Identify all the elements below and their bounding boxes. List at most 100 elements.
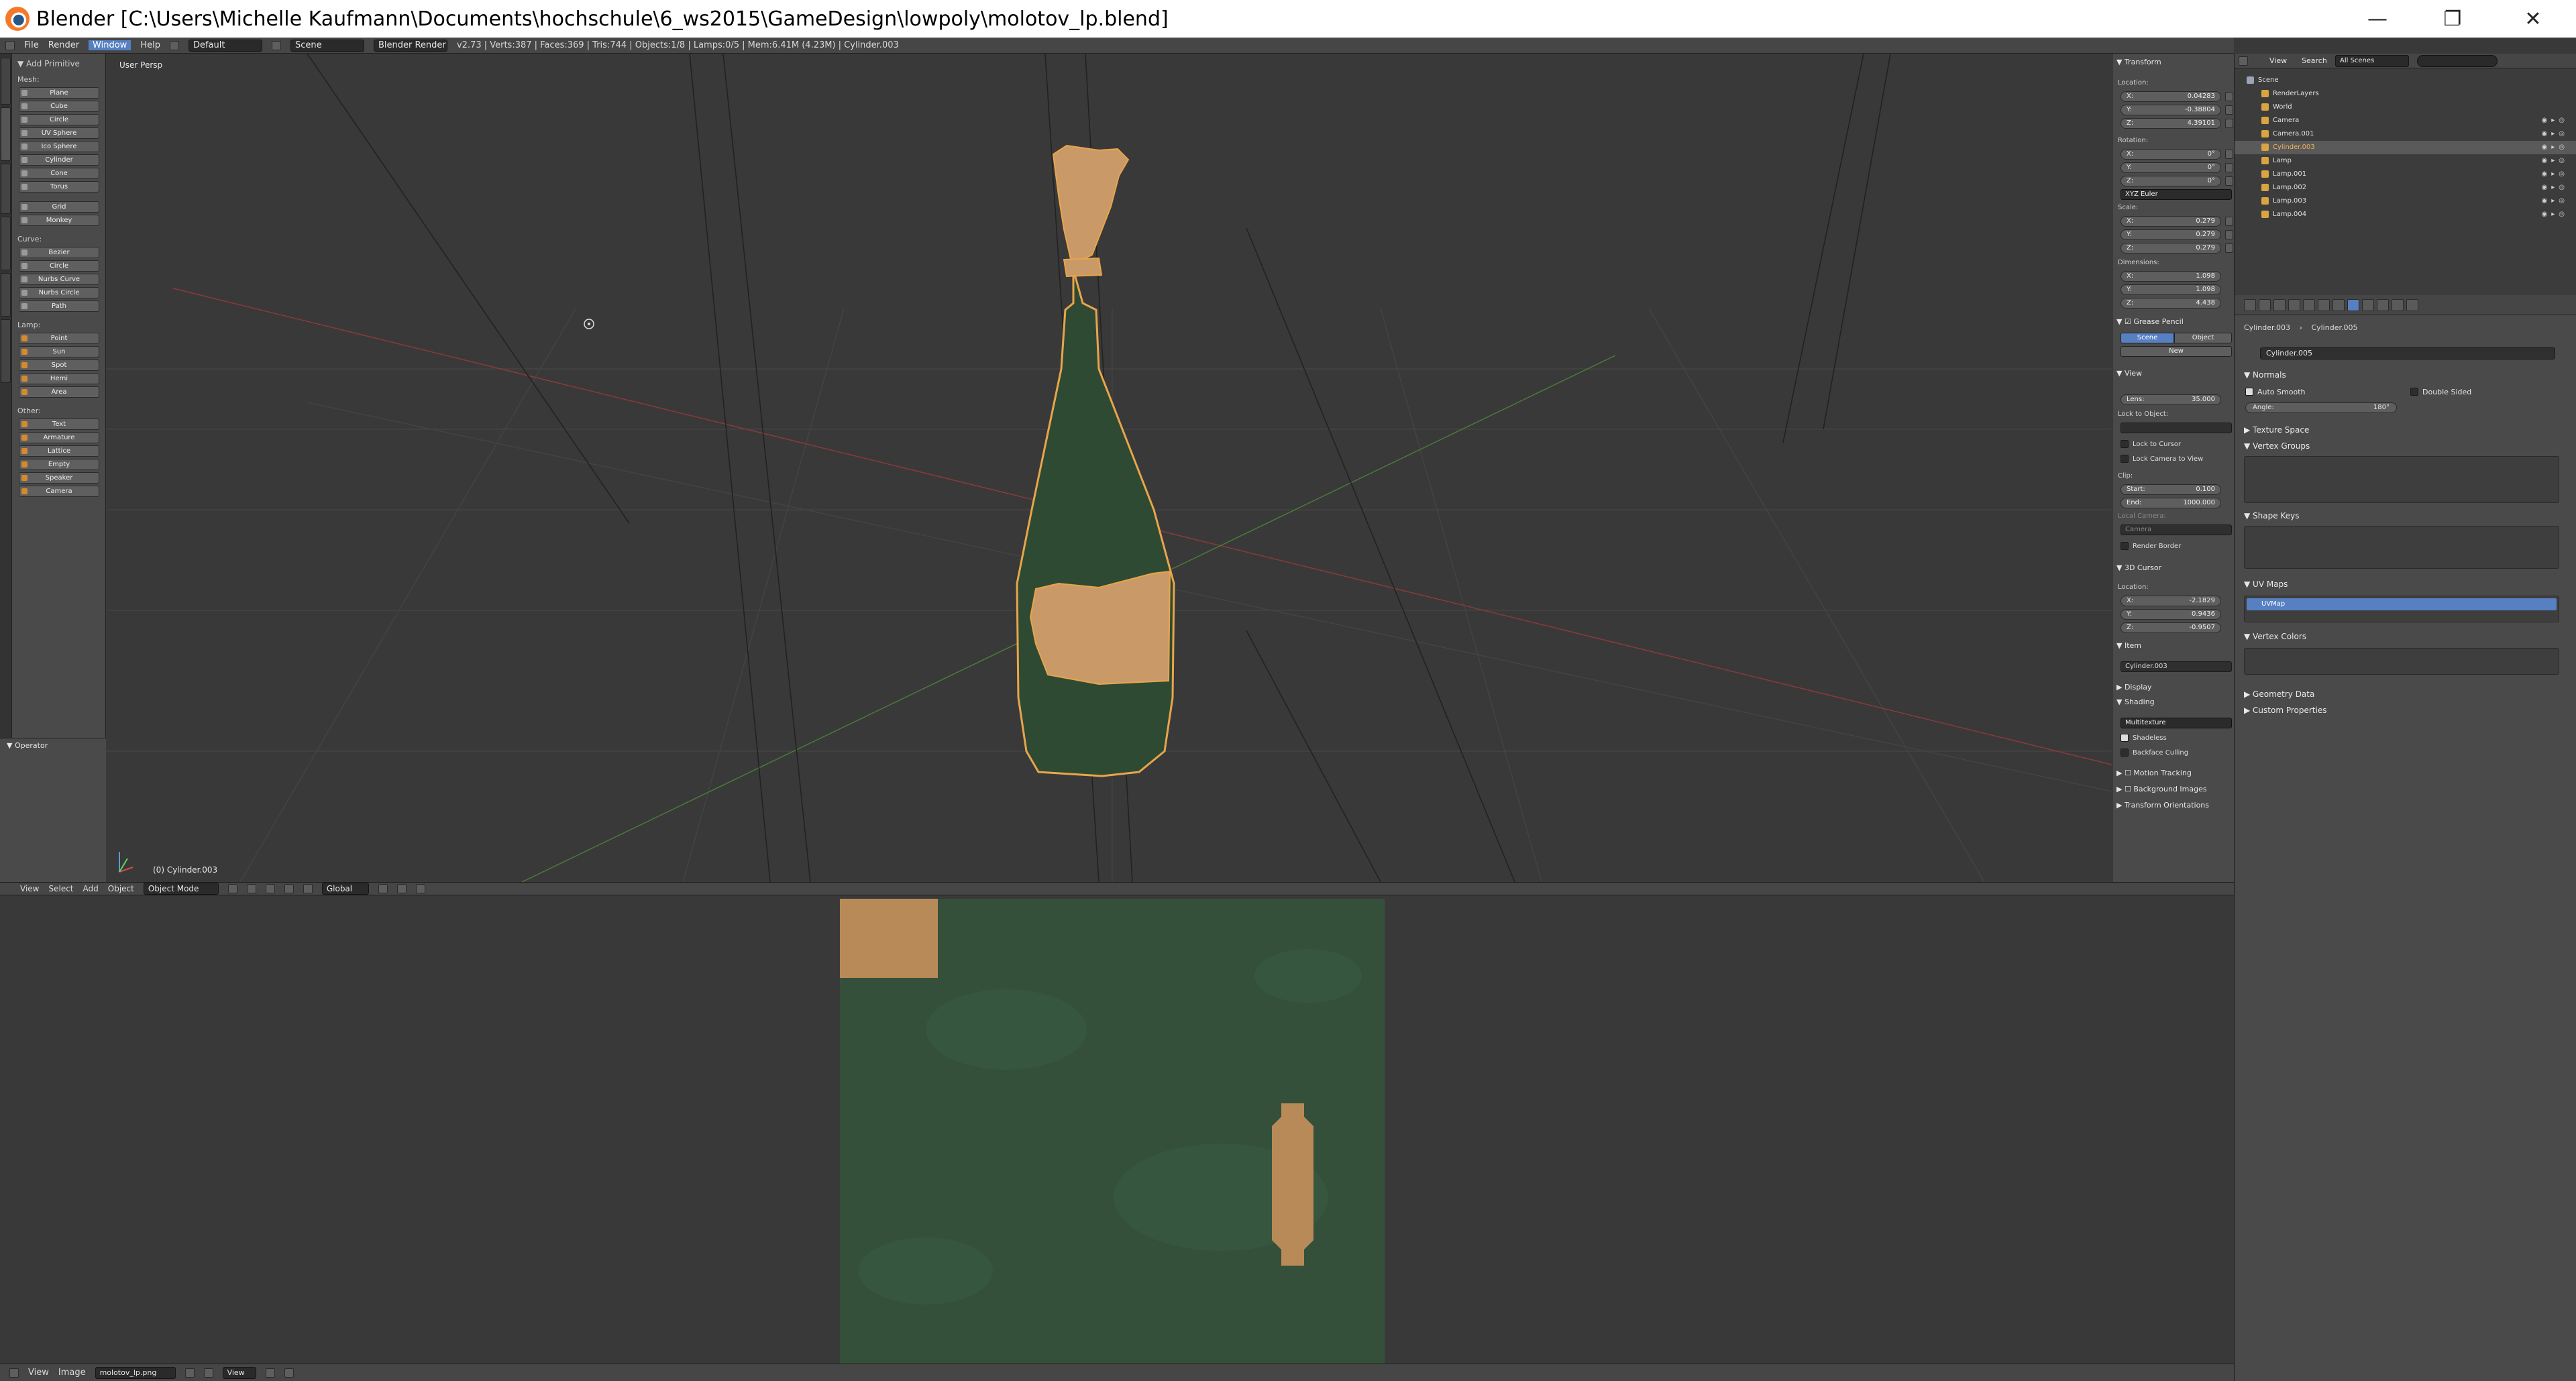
lock-object-field[interactable] bbox=[2121, 423, 2232, 433]
modifiers-tab-icon[interactable] bbox=[2332, 299, 2345, 311]
motion-tracking-panel-title[interactable]: ▶ ☐ Motion Tracking bbox=[2116, 769, 2192, 777]
vertex-colors-list[interactable] bbox=[2244, 648, 2559, 675]
add-speaker-button[interactable]: Speaker bbox=[19, 472, 99, 484]
tab-grease-pencil[interactable] bbox=[1, 319, 11, 383]
breadcrumb-object[interactable]: Cylinder.003 bbox=[2244, 323, 2290, 332]
menu-view[interactable]: View bbox=[20, 884, 39, 893]
custom-properties-panel-title[interactable]: ▶ Custom Properties bbox=[2244, 706, 2326, 715]
display-channels-icon[interactable] bbox=[265, 1368, 275, 1378]
tab-relations[interactable] bbox=[1, 164, 11, 214]
menu-help[interactable]: Help bbox=[140, 40, 160, 50]
viewport-shading-icon[interactable] bbox=[227, 884, 237, 893]
label-uv-island[interactable] bbox=[1272, 1103, 1313, 1266]
add-uv-sphere-button[interactable]: UV Sphere bbox=[19, 127, 99, 139]
rotation-y-field[interactable]: Y: 0° bbox=[2121, 162, 2221, 173]
add-sun-button[interactable]: Sun bbox=[19, 346, 99, 357]
menu-render[interactable]: Render bbox=[48, 40, 79, 50]
mesh-name-field[interactable]: Cylinder.005 bbox=[2260, 347, 2555, 360]
add-camera-button[interactable]: Camera bbox=[19, 486, 99, 497]
cork-uv-island[interactable] bbox=[840, 899, 938, 978]
uv-maps-panel-title[interactable]: ▼ UV Maps bbox=[2244, 579, 2288, 589]
outliner-row[interactable]: Camera ◉▸◎ bbox=[2235, 114, 2576, 127]
vertex-colors-panel-title[interactable]: ▼ Vertex Colors bbox=[2244, 632, 2306, 641]
lock-to-cursor-checkbox[interactable] bbox=[2121, 440, 2129, 448]
pivot-point-icon[interactable] bbox=[246, 884, 256, 893]
scene-selector[interactable]: Scene bbox=[290, 39, 364, 52]
add-point-button[interactable]: Point bbox=[19, 333, 99, 344]
new-image-icon[interactable] bbox=[203, 1368, 213, 1378]
uv-maps-list[interactable]: UVMap bbox=[2244, 596, 2559, 622]
local-camera-field[interactable]: Camera bbox=[2121, 524, 2232, 535]
world-tab-icon[interactable] bbox=[2288, 299, 2300, 311]
render-tab-icon[interactable] bbox=[2244, 299, 2256, 311]
add-text-button[interactable]: Text bbox=[19, 419, 99, 430]
material-tab-icon[interactable] bbox=[2362, 299, 2374, 311]
vertex-groups-panel-title[interactable]: ▼ Vertex Groups bbox=[2244, 441, 2310, 451]
physics-tab-icon[interactable] bbox=[2406, 299, 2418, 311]
outliner-menu-view[interactable]: View bbox=[2269, 56, 2287, 65]
pin-image-icon[interactable] bbox=[184, 1368, 195, 1378]
rotation-mode-selector[interactable]: XYZ Euler bbox=[2121, 189, 2232, 200]
geometry-data-panel-title[interactable]: ▶ Geometry Data bbox=[2244, 689, 2314, 699]
breadcrumb-mesh[interactable]: Cylinder.005 bbox=[2311, 323, 2357, 332]
add-torus-button[interactable]: Torus bbox=[19, 181, 99, 192]
outliner-row[interactable]: Lamp.004 ◉▸◎ bbox=[2235, 208, 2576, 221]
lock-icon[interactable] bbox=[2225, 163, 2233, 172]
visibility-toggle-icon[interactable]: ◉▸◎ bbox=[2542, 127, 2569, 141]
visibility-toggle-icon[interactable]: ◉▸◎ bbox=[2542, 195, 2569, 208]
mesh-data-tab-icon[interactable] bbox=[2347, 299, 2359, 311]
add-area-button[interactable]: Area bbox=[19, 386, 99, 398]
lock-icon[interactable] bbox=[2225, 105, 2233, 115]
background-images-panel-title[interactable]: ▶ ☐ Background Images bbox=[2116, 785, 2207, 793]
visibility-toggle-icon[interactable]: ◉▸◎ bbox=[2542, 168, 2569, 181]
scale-z-field[interactable]: Z: 0.279 bbox=[2121, 243, 2221, 254]
lock-icon[interactable] bbox=[2225, 92, 2233, 101]
grease-pencil-panel-title[interactable]: ▼ ☑ Grease Pencil bbox=[2116, 317, 2184, 326]
grease-object-tab[interactable]: Object bbox=[2174, 333, 2232, 343]
dimensions-z-field[interactable]: Z: 4.438 bbox=[2121, 298, 2221, 309]
tab-create[interactable] bbox=[1, 107, 11, 161]
menu-file[interactable]: File bbox=[24, 40, 39, 50]
outliner-row[interactable]: Cylinder.003 ◉▸◎ bbox=[2235, 141, 2576, 154]
outliner-row[interactable]: Lamp.003 ◉▸◎ bbox=[2235, 195, 2576, 208]
outliner-row[interactable]: Lamp ◉▸◎ bbox=[2235, 154, 2576, 168]
outliner-display-mode[interactable]: All Scenes bbox=[2335, 55, 2409, 67]
outliner-row[interactable]: Lamp.002 ◉▸◎ bbox=[2235, 181, 2576, 195]
operator-panel-title[interactable]: ▼ Operator bbox=[7, 741, 48, 750]
add-circle-button[interactable]: Circle bbox=[19, 260, 99, 272]
shading-mode-selector[interactable]: Multitexture bbox=[2121, 718, 2232, 728]
backface-culling-checkbox[interactable] bbox=[2121, 749, 2129, 757]
scene-tab-icon[interactable] bbox=[2273, 299, 2286, 311]
add-nurbs-curve-button[interactable]: Nurbs Curve bbox=[19, 274, 99, 285]
angle-field[interactable]: Angle: 180° bbox=[2245, 402, 2397, 413]
image-name-field[interactable]: molotov_lp.png bbox=[95, 1366, 176, 1379]
add-plane-button[interactable]: Plane bbox=[19, 87, 99, 99]
layout-selector[interactable]: Default bbox=[188, 39, 262, 52]
texture-tab-icon[interactable] bbox=[2377, 299, 2389, 311]
add-cube-button[interactable]: Cube bbox=[19, 101, 99, 112]
mode-selector[interactable]: Object Mode bbox=[143, 883, 219, 895]
add-monkey-button[interactable]: Monkey bbox=[19, 215, 99, 226]
visibility-toggle-icon[interactable]: ◉▸◎ bbox=[2542, 141, 2569, 154]
cursor-x-field[interactable]: X: -2.1829 bbox=[2121, 596, 2221, 606]
tab-tools[interactable] bbox=[1, 58, 11, 105]
transform-orientations-panel-title[interactable]: ▶ Transform Orientations bbox=[2116, 801, 2209, 810]
clip-start-field[interactable]: Start: 0.100 bbox=[2121, 484, 2221, 495]
tab-animation[interactable] bbox=[1, 217, 11, 270]
image-menu-image[interactable]: Image bbox=[58, 1368, 86, 1378]
layers-icon[interactable] bbox=[378, 884, 388, 893]
image-editor-type-icon[interactable] bbox=[9, 1368, 19, 1378]
snap-icon[interactable] bbox=[396, 884, 407, 893]
add-armature-button[interactable]: Armature bbox=[19, 432, 99, 443]
shape-keys-panel-title[interactable]: ▼ Shape Keys bbox=[2244, 511, 2299, 520]
bottle-model[interactable] bbox=[1016, 144, 1175, 777]
outliner-search-input[interactable] bbox=[2417, 55, 2498, 67]
lock-icon[interactable] bbox=[2225, 217, 2233, 226]
grease-new-button[interactable]: New bbox=[2121, 346, 2232, 357]
lock-icon[interactable] bbox=[2225, 150, 2233, 159]
3d-cursor-panel-title[interactable]: ▼ 3D Cursor bbox=[2116, 563, 2161, 572]
view-mode-selector[interactable]: View bbox=[222, 1366, 256, 1379]
uv-map-item[interactable]: UVMap bbox=[2247, 598, 2557, 610]
add-primitive-panel-title[interactable]: ▼ Add Primitive bbox=[17, 59, 80, 68]
minimize-button[interactable]: — bbox=[2340, 0, 2415, 38]
